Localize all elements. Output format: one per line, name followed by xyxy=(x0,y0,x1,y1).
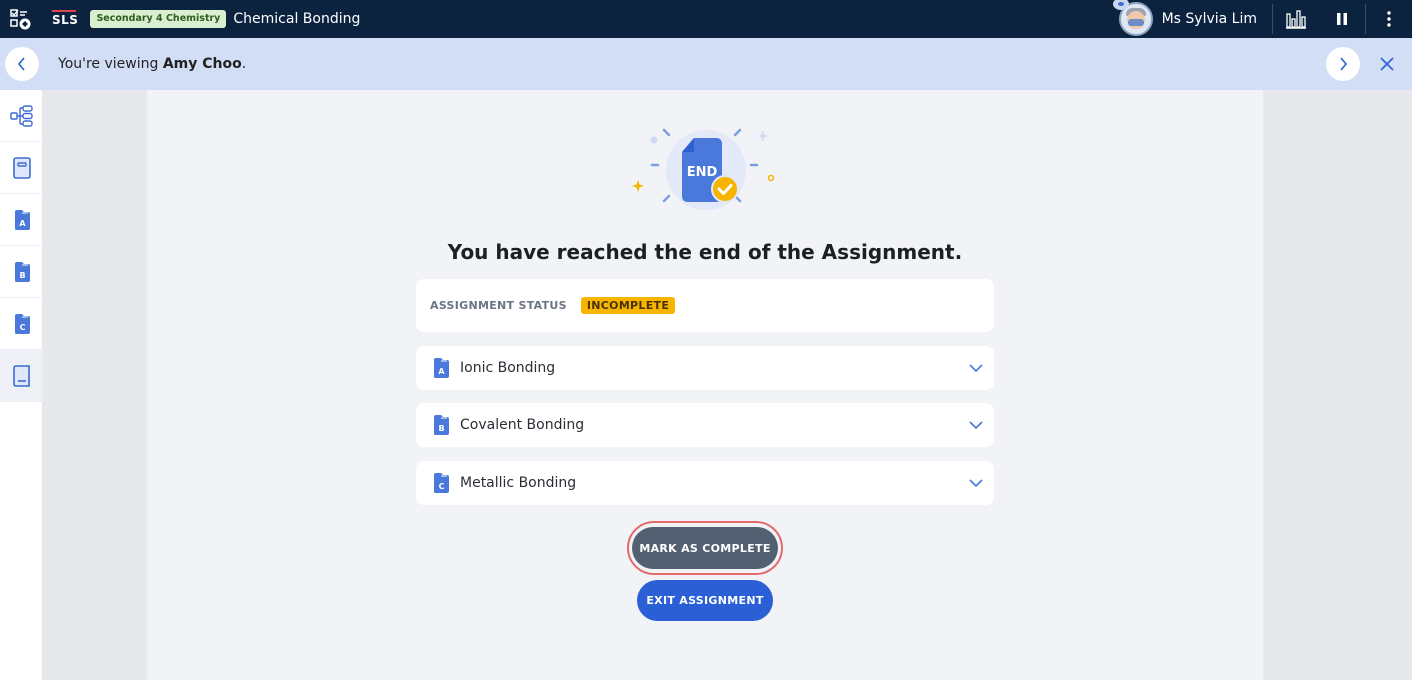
sidebar-item-section-c[interactable]: C xyxy=(0,298,43,350)
user-name[interactable]: Ms Sylvia Lim xyxy=(1162,11,1257,27)
section-item-ionic-bonding[interactable]: A Ionic Bonding xyxy=(416,346,994,390)
folder-a-icon: A xyxy=(434,358,449,378)
decor-dot xyxy=(650,136,658,144)
svg-text:A: A xyxy=(19,219,26,228)
svg-text:C: C xyxy=(19,323,25,332)
end-illustration: END xyxy=(632,128,775,210)
illustration-label: END xyxy=(687,165,718,180)
check-circle-icon xyxy=(711,175,739,203)
eye-icon xyxy=(1112,0,1129,10)
bar-chart-icon xyxy=(1286,10,1306,29)
chevron-down-icon xyxy=(969,421,983,430)
status-label: ASSIGNMENT STATUS xyxy=(430,299,567,312)
section-item-metallic-bonding[interactable]: C Metallic Bonding xyxy=(416,461,994,505)
sparkle-ray xyxy=(662,194,671,203)
svg-text:B: B xyxy=(19,271,25,280)
pause-icon xyxy=(1337,13,1347,25)
svg-text:A: A xyxy=(438,367,445,376)
menu-checklist-icon[interactable] xyxy=(10,8,32,30)
topbar-right: Ms Sylvia Lim xyxy=(1112,0,1412,38)
section-title: Metallic Bonding xyxy=(460,475,577,491)
more-options-button[interactable] xyxy=(1366,0,1412,38)
student-name: Amy Choo xyxy=(162,56,242,72)
tree-structure-icon xyxy=(9,104,33,127)
sparkle-ray xyxy=(662,128,671,137)
previous-student-button[interactable] xyxy=(5,47,39,81)
folder-c-icon: C xyxy=(14,313,30,334)
top-bar: SLS Secondary 4 Chemistry Chemical Bondi… xyxy=(0,0,1412,38)
bar-chart-button[interactable] xyxy=(1273,0,1319,38)
avatar-mask xyxy=(1127,19,1144,26)
section-item-covalent-bonding[interactable]: B Covalent Bonding xyxy=(416,403,994,447)
status-badge: INCOMPLETE xyxy=(580,297,676,314)
banner-controls xyxy=(1326,47,1404,81)
main-content: END You have reached the end of the Assi… xyxy=(147,90,1263,680)
close-viewing-button[interactable] xyxy=(1370,47,1404,81)
folder-c-icon: C xyxy=(434,473,449,493)
folder-a-icon: A xyxy=(14,209,30,230)
svg-text:C: C xyxy=(439,482,445,491)
chevron-left-icon xyxy=(17,57,25,71)
close-icon xyxy=(1380,57,1394,71)
more-vertical-icon xyxy=(1387,11,1391,27)
viewing-suffix: . xyxy=(241,56,247,72)
subject-badge: Secondary 4 Chemistry xyxy=(90,10,227,28)
lesson-title: Chemical Bonding xyxy=(233,11,361,27)
decor-ring xyxy=(767,174,775,182)
viewing-prefix: You're viewing xyxy=(58,56,163,72)
next-student-button[interactable] xyxy=(1326,47,1360,81)
sidebar: A B C xyxy=(0,90,43,680)
chevron-right-icon xyxy=(1340,57,1348,71)
star-icon xyxy=(757,130,769,142)
book-end-icon xyxy=(12,364,30,387)
sparkle-ray xyxy=(733,128,742,137)
folder-b-icon: B xyxy=(14,261,30,282)
folder-b-icon: B xyxy=(434,415,449,435)
section-title: Covalent Bonding xyxy=(460,417,585,433)
exit-assignment-button[interactable]: EXIT ASSIGNMENT xyxy=(637,580,773,621)
viewing-text: You're viewing Amy Choo. xyxy=(58,56,246,72)
sidebar-item-end[interactable] xyxy=(0,350,43,402)
sidebar-item-section-a[interactable]: A xyxy=(0,194,43,246)
sls-logo[interactable]: SLS xyxy=(52,10,78,27)
svg-text:B: B xyxy=(438,424,444,433)
sidebar-item-notebook[interactable] xyxy=(0,142,43,194)
chevron-down-icon xyxy=(969,364,983,373)
notebook-icon xyxy=(12,156,31,179)
page-heading: You have reached the end of the Assignme… xyxy=(447,240,963,264)
viewing-banner: You're viewing Amy Choo. xyxy=(0,38,1412,90)
avatar[interactable] xyxy=(1112,0,1153,36)
pause-button[interactable] xyxy=(1319,0,1365,38)
assignment-status-card: ASSIGNMENT STATUS INCOMPLETE xyxy=(416,279,994,332)
star-icon xyxy=(632,180,644,192)
sidebar-item-section-b[interactable]: B xyxy=(0,246,43,298)
mark-complete-highlight: MARK AS COMPLETE xyxy=(627,521,783,575)
chevron-down-icon xyxy=(969,479,983,488)
section-title: Ionic Bonding xyxy=(460,360,556,376)
mark-as-complete-button[interactable]: MARK AS COMPLETE xyxy=(632,527,778,569)
sidebar-item-structure[interactable] xyxy=(0,90,43,142)
